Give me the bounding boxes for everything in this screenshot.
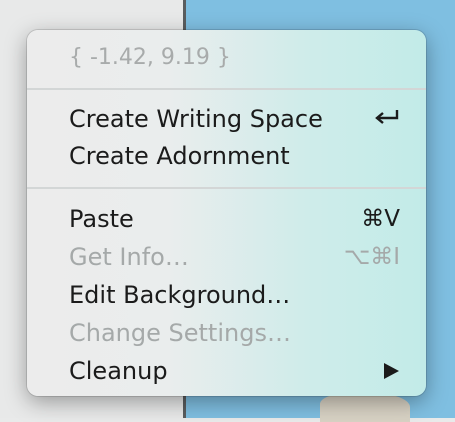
return-icon — [375, 110, 399, 124]
menu-separator — [27, 88, 426, 90]
menu-item-label: Create Adornment — [69, 142, 290, 170]
menu-item-edit-background[interactable]: Edit Background… — [69, 278, 400, 312]
menu-item-label: Change Settings… — [69, 319, 291, 347]
menu-item-cleanup[interactable]: Cleanup — [69, 354, 400, 388]
triangle-right-icon — [384, 363, 399, 379]
menu-item-label: Create Writing Space — [69, 105, 323, 133]
shortcut-label: ⌥⌘I — [343, 244, 400, 270]
menu-item-change-settings: Change Settings… — [69, 316, 400, 350]
menu-item-label: Edit Background… — [69, 281, 291, 309]
menu-item-paste[interactable]: Paste ⌘V — [69, 202, 400, 236]
menu-separator — [27, 187, 426, 189]
menu-item-label: Get Info… — [69, 243, 189, 271]
menu-item-create-adornment[interactable]: Create Adornment — [69, 139, 400, 173]
menu-item-create-writing-space[interactable]: Create Writing Space — [69, 102, 400, 136]
coordinates-header: { -1.42, 9.19 } — [69, 45, 231, 70]
menu-item-label: Cleanup — [69, 357, 168, 385]
menu-item-label: Paste — [69, 205, 134, 233]
menu-item-get-info: Get Info… ⌥⌘I — [69, 240, 400, 274]
shortcut-label: ⌘V — [361, 206, 400, 232]
context-menu: { -1.42, 9.19 } Create Writing Space Cre… — [27, 30, 426, 396]
